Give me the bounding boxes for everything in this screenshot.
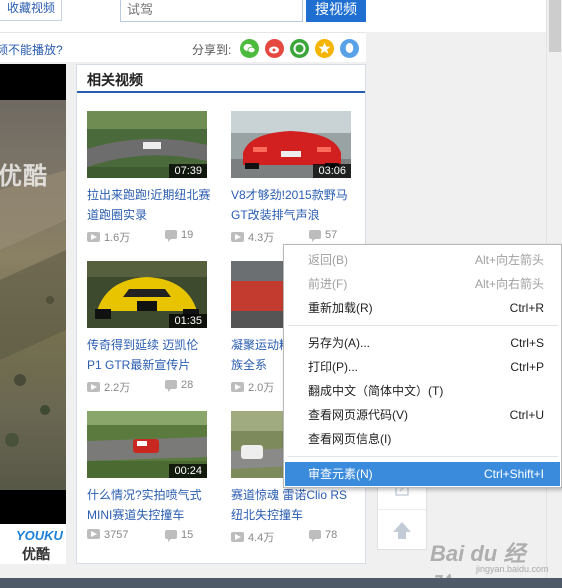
wechat-icon[interactable] xyxy=(240,39,259,58)
menu-item-reload[interactable]: 重新加载(R) Ctrl+R xyxy=(285,296,560,320)
menu-item-back[interactable]: 返回(B) Alt+向左箭头 xyxy=(285,248,560,272)
favorite-label: 收藏视频 xyxy=(7,1,56,15)
comment-icon xyxy=(309,530,321,542)
video-title[interactable]: 赛道惊魂 雷诺Clio RS纽北失控撞车 xyxy=(231,485,355,525)
menu-item-save-as[interactable]: 另存为(A)... Ctrl+S xyxy=(285,331,560,355)
video-thumbnail[interactable]: 00:24 xyxy=(87,411,207,478)
video-thumbnail[interactable]: 01:35 xyxy=(87,261,207,328)
play-count-icon xyxy=(231,532,244,542)
youku-logo: YOUKU 优酷 xyxy=(0,524,66,564)
menu-item-forward[interactable]: 前进(F) Alt+向右箭头 xyxy=(285,272,560,296)
search-input[interactable] xyxy=(120,0,303,22)
youku-logo-zh: 优酷 xyxy=(22,546,50,562)
comment-count: 28 xyxy=(165,379,193,392)
baidu-jingyan-watermark: Bai du 经验 jingyan.baidu.com xyxy=(430,541,549,588)
video-thumbnail[interactable]: 07:39 xyxy=(87,111,207,178)
star-icon[interactable] xyxy=(315,39,334,58)
play-count: 1.6万 xyxy=(87,229,130,245)
video-frame[interactable]: 优酷 xyxy=(0,100,66,490)
play-count-icon xyxy=(87,529,100,539)
video-title[interactable]: 传奇得到延续 迈凯伦P1 GTR最新宣传片 xyxy=(87,335,211,375)
video-duration: 07:39 xyxy=(169,164,207,178)
video-duration: 03:06 xyxy=(313,164,351,178)
top-bar: 收藏视频 搜视频 xyxy=(0,0,546,32)
comment-count: 19 xyxy=(165,229,193,242)
menu-item-inspect-element[interactable]: 审查元素(N) Ctrl+Shift+I xyxy=(285,462,560,486)
play-count: 2.2万 xyxy=(87,379,130,395)
play-count-icon xyxy=(231,382,244,392)
play-count-icon xyxy=(231,232,244,242)
comment-icon xyxy=(165,230,177,242)
youku-logo-en: YOUKU xyxy=(16,528,63,543)
comment-icon xyxy=(165,380,177,392)
menu-item-page-info[interactable]: 查看网页信息(I) xyxy=(285,427,560,451)
menu-separator xyxy=(288,456,558,457)
video-card[interactable]: 03:06 V8才够劲!2015款野马GT改装排气声浪 4.3万 57 xyxy=(231,111,355,251)
menu-separator xyxy=(288,325,558,326)
cannot-play-link[interactable]: 频不能播放? xyxy=(0,41,63,58)
play-count-icon xyxy=(87,232,100,242)
video-title[interactable]: 拉出来跑跑!近期纽北赛道跑圈实录 xyxy=(87,185,211,225)
taskbar-strip xyxy=(0,578,562,588)
share-row: 频不能播放? 分享到: xyxy=(0,32,366,62)
qq-icon[interactable] xyxy=(340,39,359,58)
comment-count: 15 xyxy=(165,529,193,542)
video-thumbnail[interactable]: 03:06 xyxy=(231,111,351,178)
play-count: 3757 xyxy=(87,529,128,541)
context-menu: 返回(B) Alt+向左箭头 前进(F) Alt+向右箭头 重新加载(R) Ct… xyxy=(283,244,562,488)
video-title[interactable]: 什么情况?实拍喷气式MINI赛道失控撞车 xyxy=(87,485,211,525)
video-title[interactable]: V8才够劲!2015款野马GT改装排气声浪 xyxy=(231,185,355,225)
back-to-top-button[interactable] xyxy=(378,511,426,550)
comment-count: 57 xyxy=(309,229,337,242)
player-letterbox-bottom xyxy=(0,490,66,524)
player-watermark: 优酷 xyxy=(0,163,48,190)
search-video-button[interactable]: 搜视频 xyxy=(306,0,366,22)
menu-item-translate[interactable]: 翻成中文（简体中文）(T) xyxy=(285,379,560,403)
player-letterbox-top xyxy=(0,64,66,100)
comment-count: 78 xyxy=(309,529,337,542)
share-label: 分享到: xyxy=(192,43,232,57)
video-player[interactable]: 优酷 xyxy=(0,64,66,524)
video-card[interactable]: 01:35 传奇得到延续 迈凯伦P1 GTR最新宣传片 2.2万 28 xyxy=(87,261,211,401)
menu-item-print[interactable]: 打印(P)... Ctrl+P xyxy=(285,355,560,379)
title-underline xyxy=(77,91,365,93)
comment-icon xyxy=(165,530,177,542)
video-card[interactable]: 07:39 拉出来跑跑!近期纽北赛道跑圈实录 1.6万 19 xyxy=(87,111,211,251)
scrollbar-thumb[interactable] xyxy=(549,0,561,52)
video-duration: 01:35 xyxy=(169,314,207,328)
play-count: 4.3万 xyxy=(231,229,274,245)
qzone-icon[interactable] xyxy=(290,39,309,58)
weibo-icon[interactable] xyxy=(265,39,284,58)
play-count: 2.0万 xyxy=(231,379,274,395)
favorite-video-button[interactable]: 收藏视频 xyxy=(0,0,62,21)
play-count-icon xyxy=(87,382,100,392)
comment-icon xyxy=(309,230,321,242)
related-videos-title: 相关视频 xyxy=(87,72,143,88)
arrow-up-icon xyxy=(393,522,411,539)
video-card[interactable]: 00:24 什么情况?实拍喷气式MINI赛道失控撞车 3757 15 xyxy=(87,411,211,551)
video-duration: 00:24 xyxy=(169,464,207,478)
play-count: 4.4万 xyxy=(231,529,274,545)
menu-item-view-source[interactable]: 查看网页源代码(V) Ctrl+U xyxy=(285,403,560,427)
